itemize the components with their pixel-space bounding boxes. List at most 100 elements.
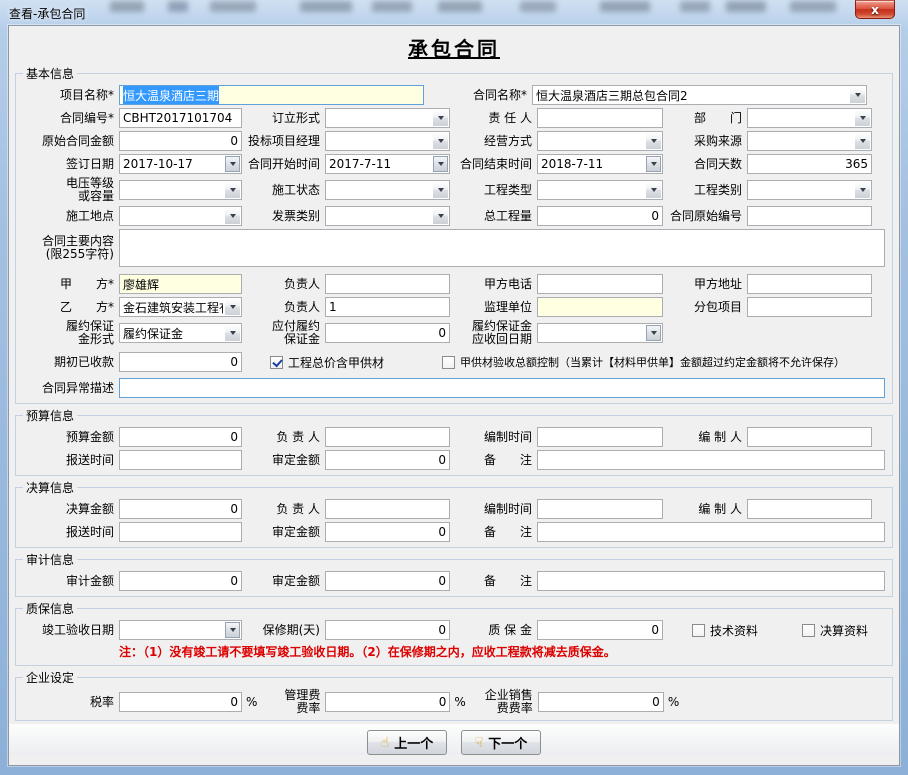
project-category-select[interactable] <box>747 180 872 200</box>
party-a-address-input[interactable] <box>747 274 872 294</box>
budget-approved-amount-input[interactable]: 0 <box>325 450 450 470</box>
contract-no-label: 合同编号* <box>20 112 119 125</box>
chevron-down-icon <box>860 188 866 192</box>
invoice-type-select[interactable] <box>325 206 450 226</box>
responsible-person-input[interactable] <box>537 108 663 128</box>
deposit-return-date-picker[interactable] <box>537 323 663 343</box>
warranty-note: 注：（1）没有竣工请不要填写竣工验收日期。（2）在保修期之内，应收工程款将减去质… <box>119 643 616 660</box>
final-amount-input[interactable]: 0 <box>119 499 242 519</box>
dropdown-button[interactable] <box>225 208 240 224</box>
original-contract-no-input[interactable] <box>747 206 872 226</box>
project-name-selected-text: 恒大温泉酒店三期 <box>123 86 219 105</box>
total-quantity-input[interactable]: 0 <box>537 206 663 226</box>
initial-received-input[interactable]: 0 <box>119 352 242 372</box>
tech-docs-checkbox[interactable] <box>692 624 705 637</box>
operation-mode-select[interactable] <box>537 131 663 151</box>
retention-money-input[interactable]: 0 <box>537 620 663 640</box>
supervisor-unit-input[interactable] <box>537 297 663 317</box>
budget-compile-time-input[interactable] <box>537 427 663 447</box>
budget-person-input[interactable] <box>325 427 450 447</box>
subcontract-project-input[interactable] <box>747 297 872 317</box>
final-docs-checkbox[interactable] <box>802 624 815 637</box>
project-type-select[interactable] <box>537 180 663 200</box>
construction-status-select[interactable] <box>325 180 450 200</box>
dropdown-button[interactable] <box>646 325 661 341</box>
budget-remark-input[interactable] <box>537 450 885 470</box>
purchase-source-select[interactable] <box>747 131 872 151</box>
original-amount-input[interactable]: 0 <box>119 131 242 151</box>
dropdown-button[interactable] <box>433 110 448 126</box>
party-a-manager-input[interactable] <box>325 274 450 294</box>
previous-button[interactable]: 上一个 <box>367 730 447 755</box>
final-person-input[interactable] <box>325 499 450 519</box>
audit-remark-input[interactable] <box>537 571 885 591</box>
budget-approved-amount-label: 审定金额 <box>242 454 325 467</box>
project-name-input[interactable]: 恒大温泉酒店三期 <box>119 85 424 105</box>
total-includes-material-checkbox[interactable] <box>270 356 283 369</box>
sales-fee-rate-input[interactable]: 0 <box>538 692 664 712</box>
party-b-manager-input[interactable]: 1 <box>325 297 450 317</box>
ordering-form-select[interactable] <box>325 108 450 128</box>
deposit-form-label: 履约保证 金形式 <box>20 320 119 346</box>
dropdown-button[interactable] <box>225 622 240 638</box>
budget-submit-time-label: 报送时间 <box>20 454 119 467</box>
final-approved-amount-input[interactable]: 0 <box>325 522 450 542</box>
party-b-select[interactable]: 金石建筑安装工程有 <box>119 297 242 317</box>
deposit-payable-input[interactable]: 0 <box>325 323 450 343</box>
party-a-input[interactable]: 廖雄辉 <box>119 274 242 294</box>
acceptance-date-picker[interactable] <box>119 620 242 640</box>
next-button[interactable]: 下一个 <box>461 730 541 755</box>
mgmt-fee-rate-input[interactable]: 0 <box>325 692 450 712</box>
dropdown-button[interactable] <box>433 208 448 224</box>
audit-approved-amount-input[interactable]: 0 <box>325 571 450 591</box>
project-category-label: 工程类别 <box>663 184 747 197</box>
voltage-level-select[interactable] <box>119 180 242 200</box>
dropdown-button[interactable] <box>225 299 240 315</box>
dropdown-button[interactable] <box>225 182 240 198</box>
sign-date-picker[interactable]: 2017-10-17 <box>119 154 242 174</box>
final-compiler-input[interactable] <box>747 499 872 519</box>
dropdown-button[interactable] <box>855 182 870 198</box>
dropdown-button[interactable] <box>646 156 661 172</box>
dropdown-button[interactable] <box>855 133 870 149</box>
end-date-picker[interactable]: 2018-7-11 <box>537 154 663 174</box>
dropdown-button[interactable] <box>850 87 865 103</box>
party-a-phone-input[interactable] <box>537 274 663 294</box>
material-total-control-checkbox[interactable] <box>442 356 455 369</box>
construction-site-select[interactable] <box>119 206 242 226</box>
final-remark-input[interactable] <box>537 522 885 542</box>
contract-no-input[interactable]: CBHT2017101704 <box>119 108 242 128</box>
department-select[interactable] <box>747 108 872 128</box>
dropdown-button[interactable] <box>225 325 240 341</box>
dropdown-button[interactable] <box>433 133 448 149</box>
contract-days-input[interactable]: 365 <box>747 154 872 174</box>
dropdown-button[interactable] <box>646 182 661 198</box>
dropdown-button[interactable] <box>433 182 448 198</box>
deposit-form-value: 履约保证金 <box>123 325 183 342</box>
final-compile-time-input[interactable] <box>537 499 663 519</box>
dropdown-button[interactable] <box>855 110 870 126</box>
enterprise-settings-section: 企业设定 税率 0 % 管理费 费率 0 % 企业销售 费费率 0 % <box>15 669 893 721</box>
dropdown-button[interactable] <box>225 156 240 172</box>
bid-pm-select[interactable] <box>325 131 450 151</box>
budget-submit-time-input[interactable] <box>119 450 242 470</box>
warranty-days-input[interactable]: 0 <box>325 620 450 640</box>
budget-amount-input[interactable]: 0 <box>119 427 242 447</box>
party-a-address-label: 甲方地址 <box>663 278 747 291</box>
abnormal-desc-input[interactable] <box>119 378 885 398</box>
contract-name-select[interactable]: 恒大温泉酒店三期总包合同2 <box>532 85 867 105</box>
deposit-form-select[interactable]: 履约保证金 <box>119 323 242 343</box>
audit-amount-input[interactable]: 0 <box>119 571 242 591</box>
budget-compiler-input[interactable] <box>747 427 872 447</box>
total-quantity-label: 总工程量 <box>450 210 537 223</box>
final-compiler-label: 编 制 人 <box>663 503 747 516</box>
dropdown-button[interactable] <box>433 156 448 172</box>
ordering-form-label: 订立形式 <box>242 112 325 125</box>
tax-rate-input[interactable]: 0 <box>119 692 242 712</box>
chevron-down-icon <box>438 116 444 120</box>
close-button[interactable]: x <box>855 0 895 19</box>
dropdown-button[interactable] <box>646 133 661 149</box>
main-content-textarea[interactable] <box>119 229 885 267</box>
final-submit-time-input[interactable] <box>119 522 242 542</box>
start-date-picker[interactable]: 2017-7-11 <box>325 154 450 174</box>
